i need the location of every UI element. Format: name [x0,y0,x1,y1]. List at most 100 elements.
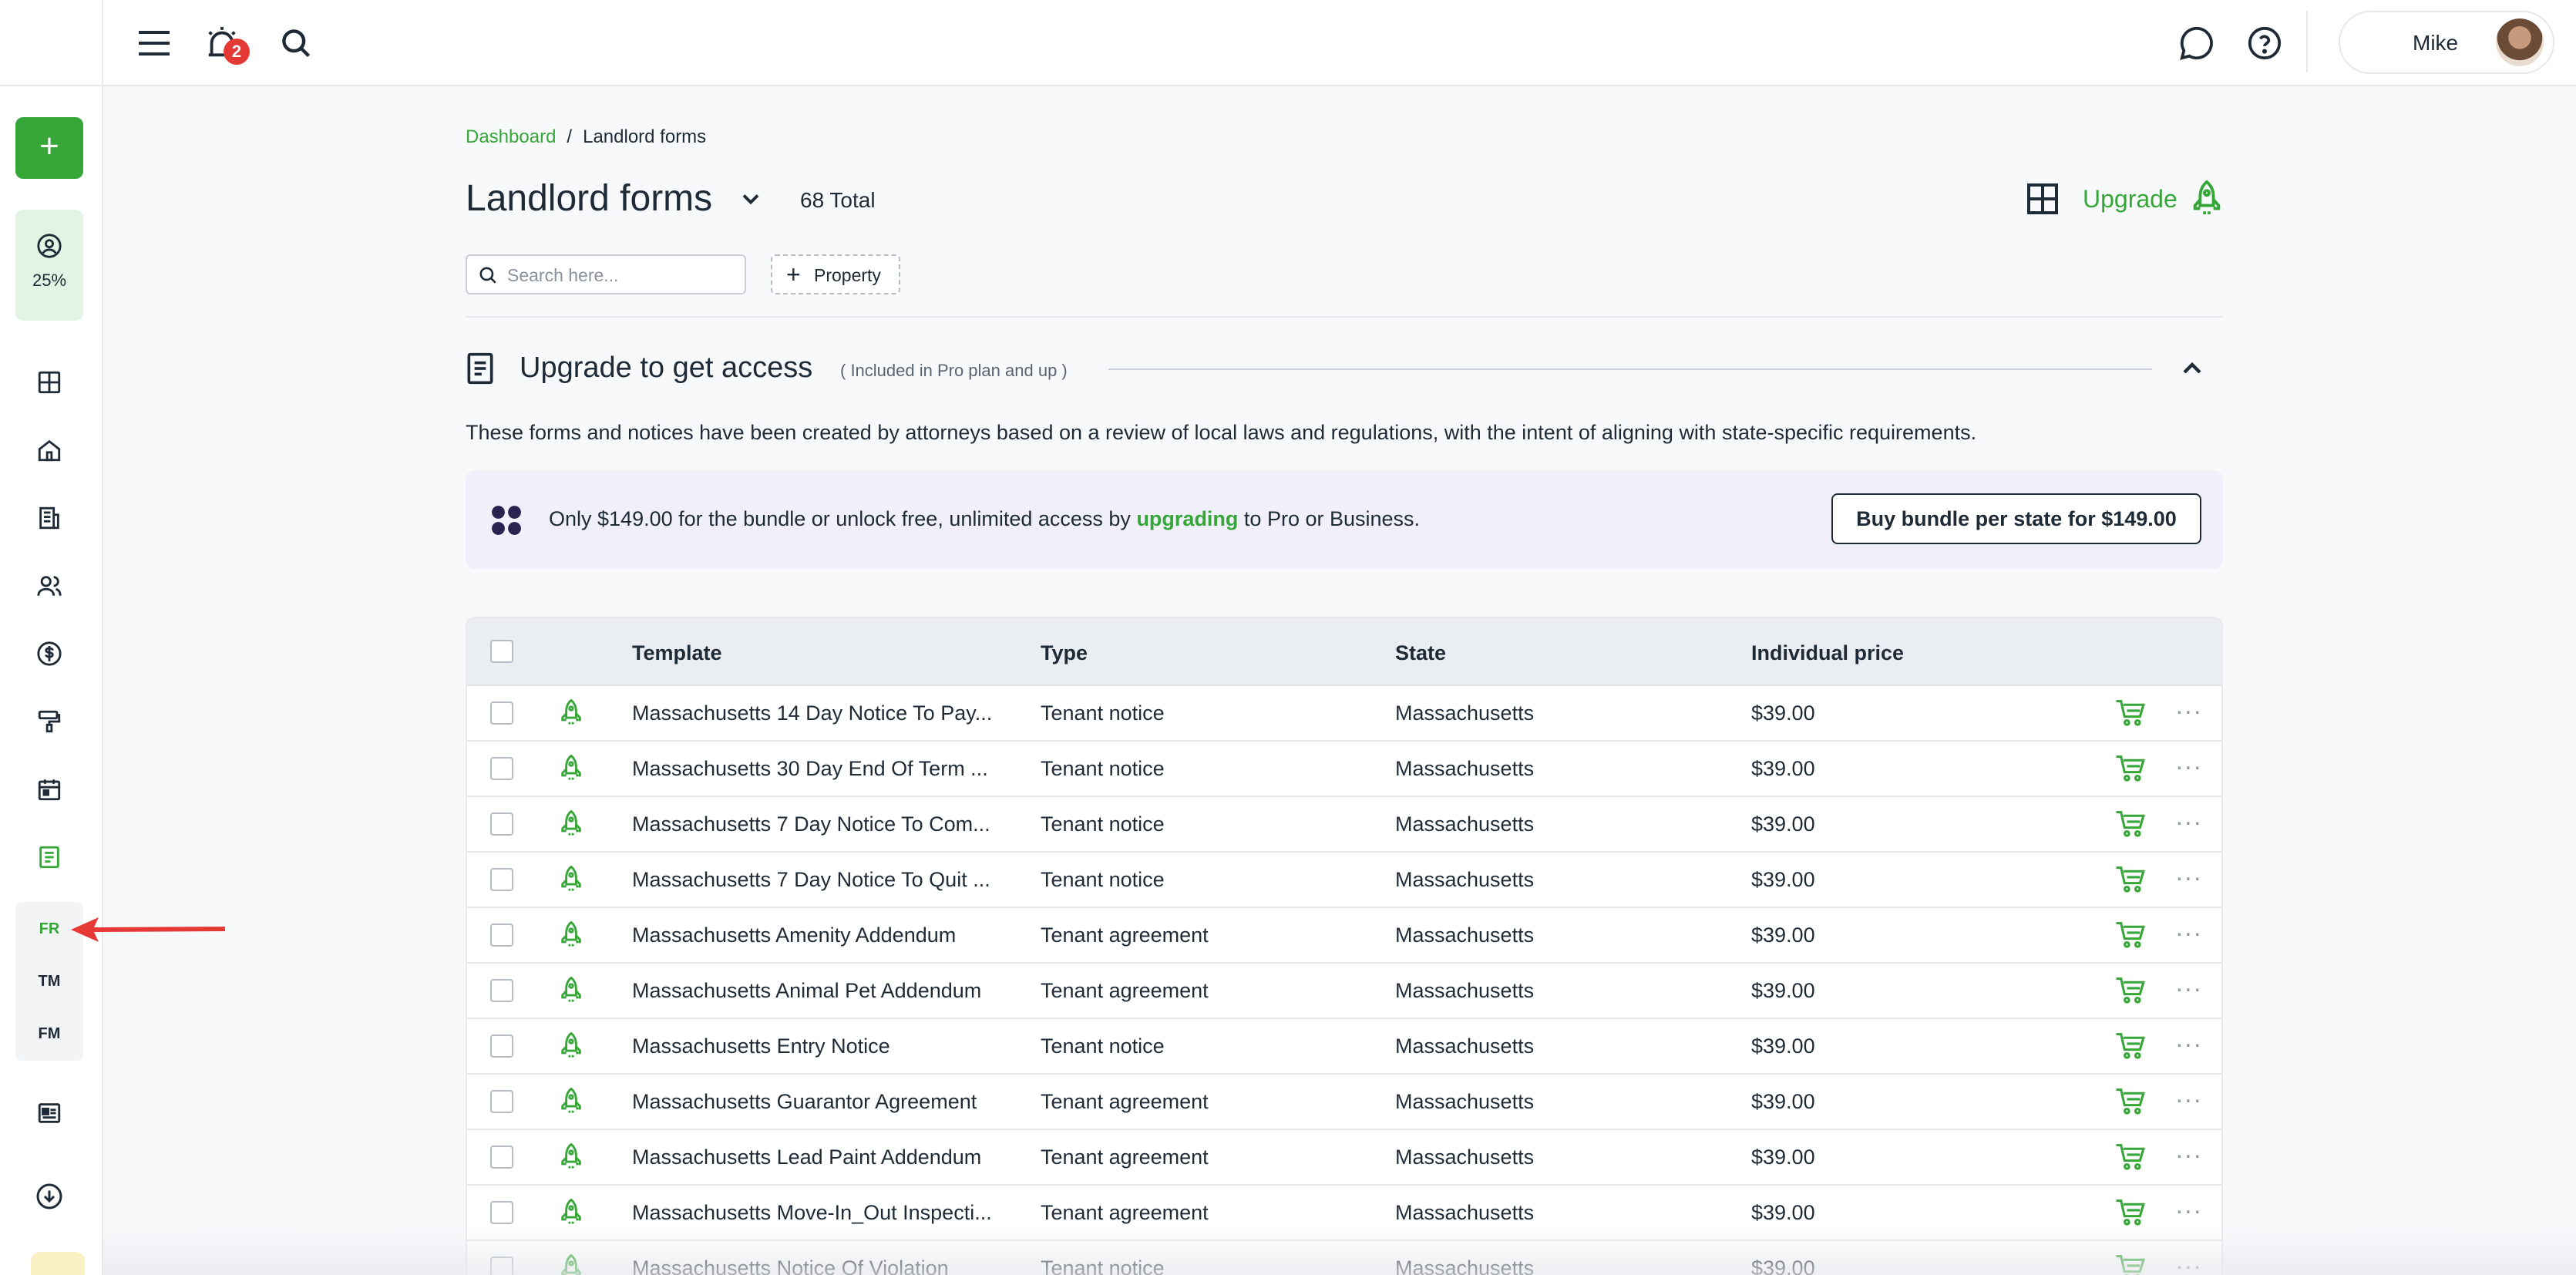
row-checkbox[interactable] [490,1145,513,1169]
row-template[interactable]: Massachusetts Notice Of Violation [632,1256,949,1275]
search-button[interactable] [274,22,318,65]
row-template[interactable]: Massachusetts Animal Pet Addendum [632,979,981,1003]
upgrading-link[interactable]: upgrading [1136,507,1238,530]
add-new-button[interactable]: + [15,117,83,179]
row-template[interactable]: Massachusetts 7 Day Notice To Com... [632,812,990,836]
property-filter-button[interactable]: + Property [771,254,900,294]
upgrade-link[interactable]: Upgrade [2083,185,2177,214]
sidebar-item-download[interactable] [29,1176,69,1216]
sidebar-bottom-item[interactable] [31,1252,85,1275]
more-options-button[interactable]: ··· [2175,863,2202,892]
row-template[interactable]: Massachusetts 7 Day Notice To Quit ... [632,868,990,892]
rocket-icon[interactable] [2189,179,2225,217]
row-checkbox[interactable] [490,1256,513,1275]
add-to-cart-button[interactable] [2115,976,2146,1009]
upgrade-rocket[interactable] [558,974,584,1009]
col-template[interactable]: Template [632,641,722,665]
row-checkbox[interactable] [490,812,513,836]
more-options-button[interactable]: ··· [2175,1085,2202,1114]
row-checkbox[interactable] [490,979,513,1002]
row-template[interactable]: Massachusetts Lead Paint Addendum [632,1145,981,1169]
table-row[interactable]: Massachusetts 30 Day End Of Term ... Tena… [467,742,2221,797]
col-state[interactable]: State [1395,641,1446,665]
submenu-item-tm[interactable]: TM [15,973,83,991]
sidebar-item-properties[interactable] [29,430,69,470]
upgrade-rocket[interactable] [558,863,584,898]
row-template[interactable]: Massachusetts Entry Notice [632,1034,890,1058]
sidebar-item-dashboard[interactable] [29,362,69,402]
row-checkbox[interactable] [490,701,513,725]
add-to-cart-button[interactable] [2115,754,2146,787]
row-checkbox[interactable] [490,923,513,947]
upgrade-rocket[interactable] [558,1141,584,1176]
table-row[interactable]: Massachusetts Move-In_Out Inspecti... Ten… [467,1186,2221,1241]
profile-progress[interactable]: 25% [15,210,83,321]
add-to-cart-button[interactable] [2115,1087,2146,1120]
table-row[interactable]: Massachusetts Lead Paint Addendum Tenant … [467,1130,2221,1186]
row-checkbox[interactable] [490,1090,513,1113]
grid-view-icon[interactable] [2024,180,2061,217]
chevron-up-icon[interactable] [2177,353,2208,384]
sidebar-item-maintenance[interactable] [29,701,69,742]
table-row[interactable]: Massachusetts Entry Notice Tenant notice M… [467,1019,2221,1075]
search-input[interactable] [507,264,735,287]
row-template[interactable]: Massachusetts 14 Day Notice To Pay... [632,701,992,725]
buy-bundle-button[interactable]: Buy bundle per state for $149.00 [1831,493,2201,544]
more-options-button[interactable]: ··· [2175,752,2202,781]
add-to-cart-button[interactable] [2115,698,2146,732]
add-to-cart-button[interactable] [2115,1198,2146,1231]
page-title[interactable]: Landlord forms [466,177,712,220]
more-options-button[interactable]: ··· [2175,1196,2202,1225]
upgrade-rocket[interactable] [558,1085,584,1120]
sidebar-item-calendar[interactable] [29,769,69,809]
more-options-button[interactable]: ··· [2175,919,2202,947]
help-button[interactable] [2243,22,2286,65]
upgrade-rocket[interactable] [558,808,584,843]
table-row[interactable]: Massachusetts Notice Of Violation Tenant … [467,1241,2221,1275]
row-checkbox[interactable] [490,757,513,780]
more-options-button[interactable]: ··· [2175,974,2202,1003]
more-options-button[interactable]: ··· [2175,697,2202,725]
user-menu[interactable]: Mike [2339,11,2554,74]
notifications-button[interactable]: 2 [200,22,250,65]
search-field[interactable] [466,254,746,294]
row-template[interactable]: Massachusetts 30 Day End Of Term ... [632,757,988,781]
add-to-cart-button[interactable] [2115,809,2146,843]
chat-button[interactable] [2175,22,2218,65]
row-checkbox[interactable] [490,1201,513,1224]
more-options-button[interactable]: ··· [2175,1030,2202,1058]
upgrade-rocket[interactable] [558,1030,584,1065]
sidebar-item-accounting[interactable] [29,634,69,674]
sidebar-item-people[interactable] [29,566,69,606]
row-template[interactable]: Massachusetts Amenity Addendum [632,923,956,947]
table-row[interactable]: Massachusetts Amenity Addendum Tenant agr… [467,908,2221,964]
add-to-cart-button[interactable] [2115,865,2146,898]
chevron-down-icon[interactable] [737,185,765,213]
add-to-cart-button[interactable] [2115,1031,2146,1065]
upgrade-rocket[interactable] [558,1252,584,1275]
add-to-cart-button[interactable] [2115,1142,2146,1176]
col-type[interactable]: Type [1041,641,1088,665]
more-options-button[interactable]: ··· [2175,808,2202,836]
table-row[interactable]: Massachusetts 7 Day Notice To Quit ... Te… [467,853,2221,908]
table-row[interactable]: Massachusetts Animal Pet Addendum Tenant … [467,964,2221,1019]
select-all-checkbox[interactable] [490,640,513,663]
upgrade-rocket[interactable] [558,697,584,732]
more-options-button[interactable]: ··· [2175,1252,2202,1275]
table-row[interactable]: Massachusetts Guarantor Agreement Tenant … [467,1075,2221,1130]
row-checkbox[interactable] [490,1034,513,1058]
row-template[interactable]: Massachusetts Guarantor Agreement [632,1090,977,1114]
row-checkbox[interactable] [490,868,513,891]
sidebar-item-leasing[interactable] [29,498,69,538]
add-to-cart-button[interactable] [2115,1253,2146,1275]
submenu-item-fm[interactable]: FM [15,1025,83,1043]
upgrade-rocket[interactable] [558,1196,584,1231]
row-template[interactable]: Massachusetts Move-In_Out Inspecti... [632,1201,992,1225]
breadcrumb-dashboard[interactable]: Dashboard [466,126,556,147]
more-options-button[interactable]: ··· [2175,1141,2202,1169]
upgrade-rocket[interactable] [558,752,584,787]
table-row[interactable]: Massachusetts 7 Day Notice To Com... Tena… [467,797,2221,853]
table-row[interactable]: Massachusetts 14 Day Notice To Pay... Ten… [467,686,2221,742]
sidebar-item-reports[interactable] [29,1093,69,1133]
col-price[interactable]: Individual price [1751,641,1904,665]
